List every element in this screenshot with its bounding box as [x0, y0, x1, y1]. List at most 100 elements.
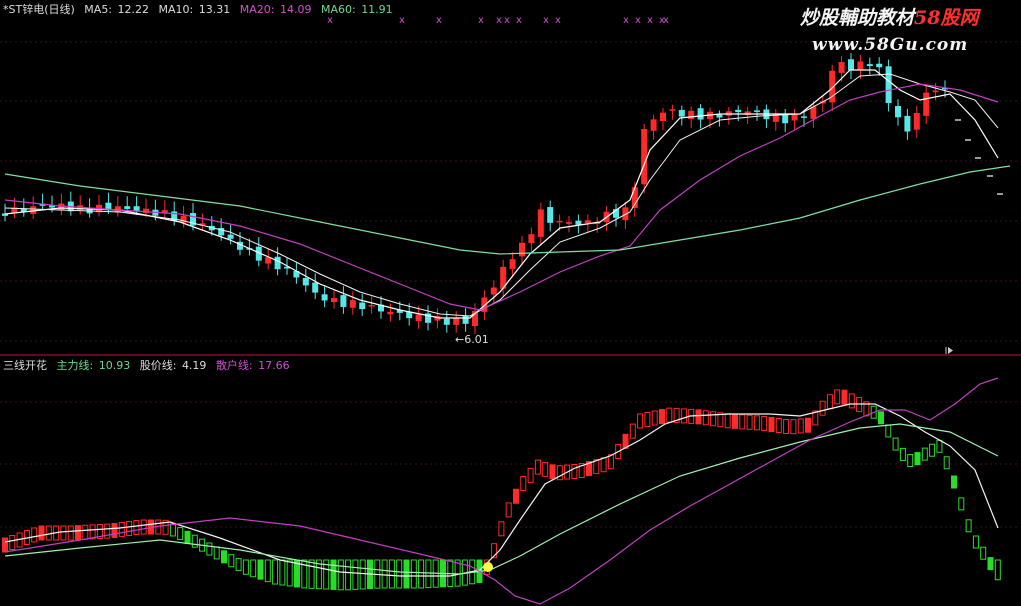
indicator-bar: [111, 522, 118, 538]
indicator-bar: [169, 523, 176, 537]
signal-marker: x: [543, 15, 549, 26]
indicator-bar: [345, 559, 352, 591]
indicator-bar: [272, 559, 279, 585]
indicator-bar: [885, 424, 892, 438]
indicator-bar: [848, 393, 855, 409]
indicator-bar: [732, 413, 738, 429]
candle-body: [387, 311, 394, 315]
stock-chart-window: xxxxxxxxxxxxxx *ST锌电(日线) MA5: 12.22 MA10…: [0, 0, 1021, 606]
indicator-bar: [250, 559, 257, 578]
indicator-bar: [330, 559, 337, 590]
candle-body: [528, 234, 535, 244]
indicator-bar: [337, 559, 344, 591]
signal-marker: x: [478, 15, 484, 26]
indicator-bar: [841, 389, 848, 405]
candle-body: [866, 64, 873, 66]
signal-marker: x: [436, 15, 442, 26]
indicator-bar: [381, 559, 388, 589]
candle-body: [537, 209, 544, 237]
indicator-bar: [790, 419, 797, 435]
indicator-bar: [739, 414, 746, 430]
candle-body: [838, 62, 845, 73]
indicator-bar: [75, 525, 81, 541]
indicator-bar: [965, 519, 972, 533]
indicator-bar: [797, 418, 804, 434]
candle-body: [932, 90, 939, 93]
candle-body: [340, 295, 347, 307]
indicator-bar: [505, 502, 512, 518]
candle-body: [133, 206, 140, 211]
indicator-bar: [534, 459, 541, 475]
indicator-bar: [410, 559, 417, 589]
indicator-bar: [206, 542, 213, 556]
candle-body: [415, 314, 422, 322]
indicator-bar: [118, 521, 125, 537]
candle-body: [519, 242, 525, 257]
candle-body: [791, 114, 798, 121]
candle-body: [490, 287, 497, 295]
candle-body: [895, 106, 901, 118]
indicator-panel[interactable]: [2, 377, 1001, 605]
indicator-bar: [659, 409, 665, 425]
signal-marker: x: [555, 15, 561, 26]
candle-body: [876, 63, 883, 68]
candle-body: [716, 114, 723, 118]
candle-body: [584, 220, 591, 223]
candle-body: [462, 315, 469, 324]
indicator-bar: [184, 530, 191, 544]
indicator-bar: [60, 525, 67, 541]
candle-body: [566, 222, 572, 224]
svg-text:www.58Gu.com: www.58Gu.com: [812, 35, 968, 55]
indicator-bar: [2, 537, 8, 553]
indicator-bar: [951, 475, 957, 489]
indicator-bar: [242, 559, 249, 575]
chart-canvas[interactable]: x x x x x x x x x x x x xx *ST锌电(日线) MA5: 12.22 MA10…: [0, 0, 1021, 606]
indicator-bar: [936, 439, 943, 453]
indicator-bar: [177, 527, 184, 541]
indicator-bar: [38, 525, 45, 541]
candle-body: [556, 220, 563, 223]
indicator-bar: [666, 407, 673, 423]
indicator-bar: [695, 409, 702, 425]
indicator-bar: [892, 437, 899, 451]
signal-marker: x: [399, 15, 405, 26]
price-legend: *ST锌电(日线) MA5: 12.22 MA10: 13.31 MA20: 1…: [3, 2, 393, 16]
candle-body: [697, 108, 704, 120]
indicator-bar: [279, 559, 286, 586]
right-arrow-icon[interactable]: [945, 347, 953, 354]
candle-body: [857, 61, 864, 71]
candle-body: [641, 129, 648, 185]
indicator-bar: [914, 452, 921, 466]
indicator-bar: [600, 457, 607, 473]
indicator-bar: [768, 417, 775, 433]
indicator-bar: [637, 413, 644, 429]
candle-body: [782, 114, 789, 124]
indicator-bar: [644, 412, 651, 428]
indicator-bar: [571, 463, 578, 479]
candle-body: [547, 207, 554, 223]
candle-body: [885, 66, 892, 104]
candle-body: [349, 300, 356, 308]
candle-body: [801, 116, 807, 118]
price-line: [4, 403, 999, 577]
indicator-bar: [527, 467, 534, 483]
indicator-bar: [352, 559, 359, 590]
price-panel[interactable]: x x x x x x x x x x x x xx: [2, 15, 1011, 335]
indicator-bar: [753, 415, 760, 431]
candle-body: [660, 112, 666, 122]
candle-body: [368, 305, 375, 307]
candle-body: [359, 302, 366, 310]
candle-body: [509, 259, 516, 269]
low-price-annotation: ←6.01: [455, 333, 489, 346]
watermark: 炒股輔助教材58股网 www.58Gu.com: [800, 7, 981, 55]
indicator-bar: [980, 546, 987, 560]
indicator-bar: [943, 456, 950, 470]
signal-marker: x: [635, 15, 641, 26]
indicator-bar: [308, 559, 315, 589]
indicator-bar: [775, 418, 782, 434]
signal-marker: x: [623, 15, 629, 26]
indicator-bar: [987, 557, 994, 571]
grid: [0, 41, 1021, 528]
candle-body: [923, 92, 930, 116]
indicator-bar: [680, 408, 687, 424]
